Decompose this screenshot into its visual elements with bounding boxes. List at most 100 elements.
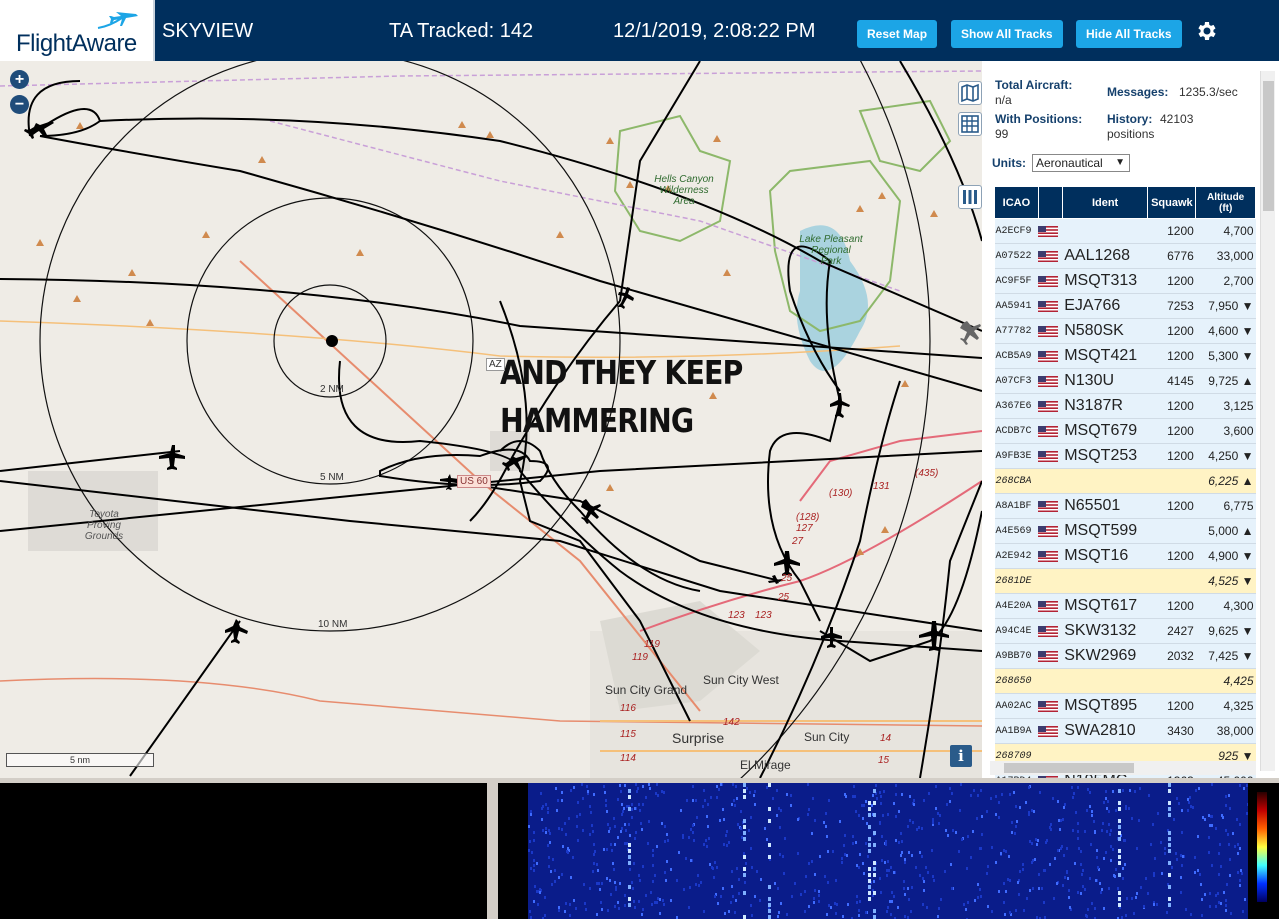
map-view[interactable]: AND THEY KEEP HAMMERING 2 NM 5 NM 10 NM … (0, 61, 982, 778)
altitude-cell: 7,425 ▼ (1195, 643, 1256, 669)
ident-cell: N65501 (1062, 493, 1148, 519)
aircraft-row[interactable]: A367E6 N3187R 1200 3,125 (994, 393, 1256, 419)
scrollbar-thumb[interactable] (1004, 763, 1134, 773)
squawk-cell: 1200 (1147, 393, 1196, 419)
waterfall-canvas (528, 783, 1248, 919)
ident-cell (1062, 568, 1148, 594)
grid-icon (961, 115, 979, 133)
total-aircraft-value: n/a (995, 93, 1012, 107)
waterfall-display (498, 783, 1279, 919)
altitude-cell: 2,700 (1195, 268, 1256, 294)
aircraft-row[interactable]: A07522 AAL1268 6776 33,000 (994, 243, 1256, 269)
aircraft-row[interactable]: 2681DE 4,525 ▼ (994, 568, 1256, 594)
flightaware-logo[interactable]: FlightAware (0, 0, 155, 61)
squawk-cell: 1200 (1147, 443, 1196, 469)
column-header-squawk[interactable]: Squawk (1147, 186, 1197, 219)
aircraft-row[interactable]: AA1B9A SWA2810 3430 38,000 (994, 718, 1256, 744)
ident-cell: MSQT895 (1062, 693, 1148, 719)
us-flag-icon (1038, 351, 1059, 363)
aircraft-row[interactable]: A8A1BF N65501 1200 6,775 (994, 493, 1256, 519)
us-flag-icon (1038, 726, 1059, 738)
icao-cell: A2E942 (994, 543, 1039, 569)
aircraft-row[interactable]: A94C4E SKW3132 2427 9,625 ▼ (994, 618, 1256, 644)
road-label: 127 (796, 523, 813, 534)
range-ring-label-10nm: 10 NM (318, 619, 348, 630)
flag-cell (1038, 618, 1063, 644)
us-flag-icon (1038, 401, 1059, 413)
altitude-cell: 6,225 ▲ (1195, 468, 1256, 494)
aircraft-row[interactable]: A2E942 MSQT16 1200 4,900 ▼ (994, 543, 1256, 569)
park-label: Hells Canyon Wilderness Area (654, 174, 714, 207)
altitude-cell: 5,000 ▲ (1195, 518, 1256, 544)
altitude-cell: 9,725 ▲ (1195, 368, 1256, 394)
aircraft-row[interactable]: A4E569 MSQT599 5,000 ▲ (994, 518, 1256, 544)
ident-cell: MSQT421 (1062, 343, 1148, 369)
aircraft-row[interactable]: AA5941 EJA766 7253 7,950 ▼ (994, 293, 1256, 319)
aircraft-row[interactable]: A07CF3 N130U 4145 9,725 ▲ (994, 368, 1256, 394)
map-canvas (0, 61, 982, 778)
gear-icon[interactable] (1194, 19, 1218, 43)
squawk-cell: 1200 (1147, 218, 1196, 244)
vertical-scrollbar[interactable] (1260, 71, 1275, 771)
range-ring-label-2nm: 2 NM (320, 384, 344, 395)
zoom-in-button[interactable]: + (10, 70, 29, 89)
aircraft-row[interactable]: A4E20A MSQT617 1200 4,300 (994, 593, 1256, 619)
scrollbar-thumb[interactable] (1263, 81, 1274, 211)
us-flag-icon (1038, 226, 1059, 238)
info-button[interactable]: i (950, 745, 972, 767)
column-header-ident[interactable]: Ident (1061, 186, 1149, 219)
squawk-cell: 1200 (1147, 343, 1196, 369)
aircraft-row[interactable]: A77782 N580SK 1200 4,600 ▼ (994, 318, 1256, 344)
place-label: Sun City West (703, 673, 779, 687)
logo-text: FlightAware (16, 30, 137, 57)
grid-toggle-button[interactable] (958, 112, 982, 136)
aircraft-row[interactable]: A9BB70 SKW2969 2032 7,425 ▼ (994, 643, 1256, 669)
ident-cell: MSQT679 (1062, 418, 1148, 444)
icao-cell: A77782 (994, 318, 1039, 344)
icao-cell: A94C4E (994, 618, 1039, 644)
show-all-tracks-button[interactable]: Show All Tracks (951, 20, 1063, 48)
icao-cell: AC9F5F (994, 268, 1039, 294)
tracked-count: TA Tracked: 142 (389, 20, 534, 42)
flag-cell (1038, 643, 1063, 669)
horizontal-scrollbar[interactable] (990, 761, 1256, 775)
meme-caption-line2: HAMMERING (500, 401, 694, 440)
icao-cell: A4E20A (994, 593, 1039, 619)
aircraft-row[interactable]: AC9F5F MSQT313 1200 2,700 (994, 268, 1256, 294)
zoom-out-button[interactable]: − (10, 95, 29, 114)
icao-cell: AA02AC (994, 693, 1039, 719)
sidebar-toggle-button[interactable] (958, 185, 982, 209)
aircraft-panel: Total Aircraft: n/a With Positions: 99 M… (982, 61, 1279, 778)
aircraft-row[interactable]: AA02AC MSQT895 1200 4,325 (994, 693, 1256, 719)
ident-cell: N130U (1062, 368, 1148, 394)
aircraft-row[interactable]: ACDB7C MSQT679 1200 3,600 (994, 418, 1256, 444)
icao-cell: A4E569 (994, 518, 1039, 544)
aircraft-row[interactable]: A9FB3E MSQT253 1200 4,250 ▼ (994, 443, 1256, 469)
aircraft-row[interactable]: A2ECF9 1200 4,700 (994, 218, 1256, 244)
road-label: 25 (778, 592, 790, 603)
column-header-icao[interactable]: ICAO (994, 186, 1039, 219)
aircraft-row[interactable]: ACB5A9 MSQT421 1200 5,300 ▼ (994, 343, 1256, 369)
altitude-cell: 4,325 (1195, 693, 1256, 719)
column-header-altitude[interactable]: Altitude (ft) (1195, 186, 1256, 219)
hide-all-tracks-button[interactable]: Hide All Tracks (1076, 20, 1182, 48)
messages-label: Messages: (1107, 85, 1169, 99)
aircraft-row[interactable]: 268650 4,425 (994, 668, 1256, 694)
map-layers-button[interactable] (958, 81, 982, 105)
flag-cell (1038, 468, 1063, 494)
reset-map-button[interactable]: Reset Map (857, 20, 938, 48)
squawk-cell: 1200 (1147, 493, 1196, 519)
total-aircraft-label: Total Aircraft: (995, 78, 1073, 92)
flag-cell (1038, 243, 1063, 269)
flag-cell (1038, 543, 1063, 569)
us-flag-icon (1038, 451, 1059, 463)
icao-cell: ACDB7C (994, 418, 1039, 444)
ident-cell: SKW3132 (1062, 618, 1148, 644)
ident-cell: SKW2969 (1062, 643, 1148, 669)
range-ring-label-5nm: 5 NM (320, 472, 344, 483)
aircraft-row[interactable]: 268CBA 6,225 ▲ (994, 468, 1256, 494)
ident-cell (1062, 218, 1148, 244)
units-select[interactable]: Aeronautical ▼ (1032, 154, 1130, 172)
column-header-flag[interactable] (1037, 186, 1063, 219)
with-positions-value: 99 (995, 127, 1009, 141)
